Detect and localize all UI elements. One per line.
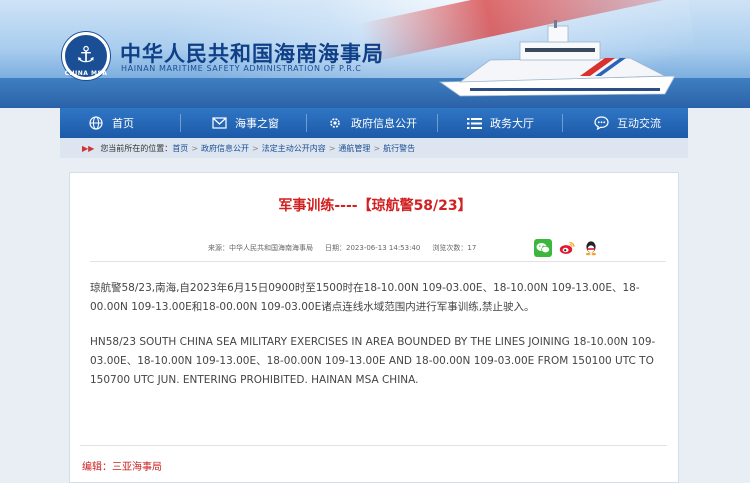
anchor-icon: ⚓ — [76, 43, 96, 68]
gear-icon — [327, 115, 343, 131]
list-icon — [466, 115, 482, 131]
header-banner: ⚓ CHINA MSA 中华人民共和国海南海事局 HAINAN MARITIME… — [0, 0, 750, 108]
breadcrumb-warning[interactable]: 航行警告 — [383, 143, 415, 154]
breadcrumb-prefix: 您当前所在的位置： — [100, 143, 173, 153]
qq-icon[interactable] — [582, 239, 600, 257]
nav-label: 互动交流 — [617, 117, 661, 130]
paragraph-english: HN58/23 SOUTH CHINA SEA MILITARY EXERCIS… — [90, 336, 656, 386]
article-editor: 编辑：三亚海事局 — [82, 462, 162, 473]
article-source: 来源：中华人民共和国海南海事局 — [208, 244, 313, 252]
chat-icon — [593, 115, 609, 131]
share-bar — [534, 239, 600, 257]
logo-caption: CHINA MSA — [64, 70, 108, 77]
nav-service-hall[interactable]: 政务大厅 — [438, 108, 562, 138]
mail-icon — [211, 115, 227, 131]
nav-gov-info[interactable]: 政府信息公开 — [307, 108, 437, 138]
globe-icon — [88, 115, 104, 131]
article-meta: 来源：中华人民共和国海南海事局 日期：2023-06-13 14:53:40 浏… — [208, 243, 476, 253]
nav-label: 首页 — [112, 117, 134, 130]
article-title: 军事训练----【琼航警58/23】 — [278, 198, 472, 214]
main-nav: 首页 海事之窗 政府信息公开 政务大厅 互动交流 — [60, 108, 688, 138]
site-subtitle: HAINAN MARITIME SAFETY ADMINISTRATION OF… — [121, 64, 362, 73]
nav-label: 海事之窗 — [235, 117, 279, 130]
nav-interaction[interactable]: 互动交流 — [563, 108, 688, 138]
breadcrumb-gov-info[interactable]: 政府信息公开 — [201, 143, 249, 154]
footer-divider — [80, 445, 667, 446]
article-date: 日期：2023-06-13 14:53:40 — [325, 244, 421, 252]
patrol-ship-image — [438, 20, 676, 97]
location-icon: ▶▶ — [82, 143, 95, 153]
weibo-icon[interactable] — [558, 239, 576, 257]
breadcrumb-separator: > — [373, 143, 381, 153]
breadcrumb: ▶▶ 您当前所在的位置： 首页 > 政府信息公开 > 法定主动公开内容 > 通航… — [60, 138, 688, 158]
nav-msa-window[interactable]: 海事之窗 — [181, 108, 306, 138]
nav-label: 政府信息公开 — [351, 117, 417, 130]
article-panel: 军事训练----【琼航警58/23】 来源：中华人民共和国海南海事局 日期：20… — [69, 172, 679, 483]
nav-label: 政务大厅 — [490, 117, 534, 130]
wechat-icon[interactable] — [534, 239, 552, 257]
article-views: 浏览次数：17 — [432, 244, 477, 252]
breadcrumb-home[interactable]: 首页 — [172, 143, 188, 154]
breadcrumb-separator: > — [191, 143, 199, 153]
breadcrumb-separator: > — [328, 143, 336, 153]
paragraph-chinese: 琼航警58/23,南海,自2023年6月15日0900时至1500时在18-10… — [90, 282, 640, 313]
article-body: 琼航警58/23,南海,自2023年6月15日0900时至1500时在18-10… — [90, 279, 660, 406]
meta-divider — [90, 261, 666, 262]
nav-home[interactable]: 首页 — [60, 108, 180, 138]
breadcrumb-navigation[interactable]: 通航管理 — [338, 143, 370, 154]
breadcrumb-separator: > — [252, 143, 259, 153]
breadcrumb-statutory[interactable]: 法定主动公开内容 — [262, 143, 326, 154]
